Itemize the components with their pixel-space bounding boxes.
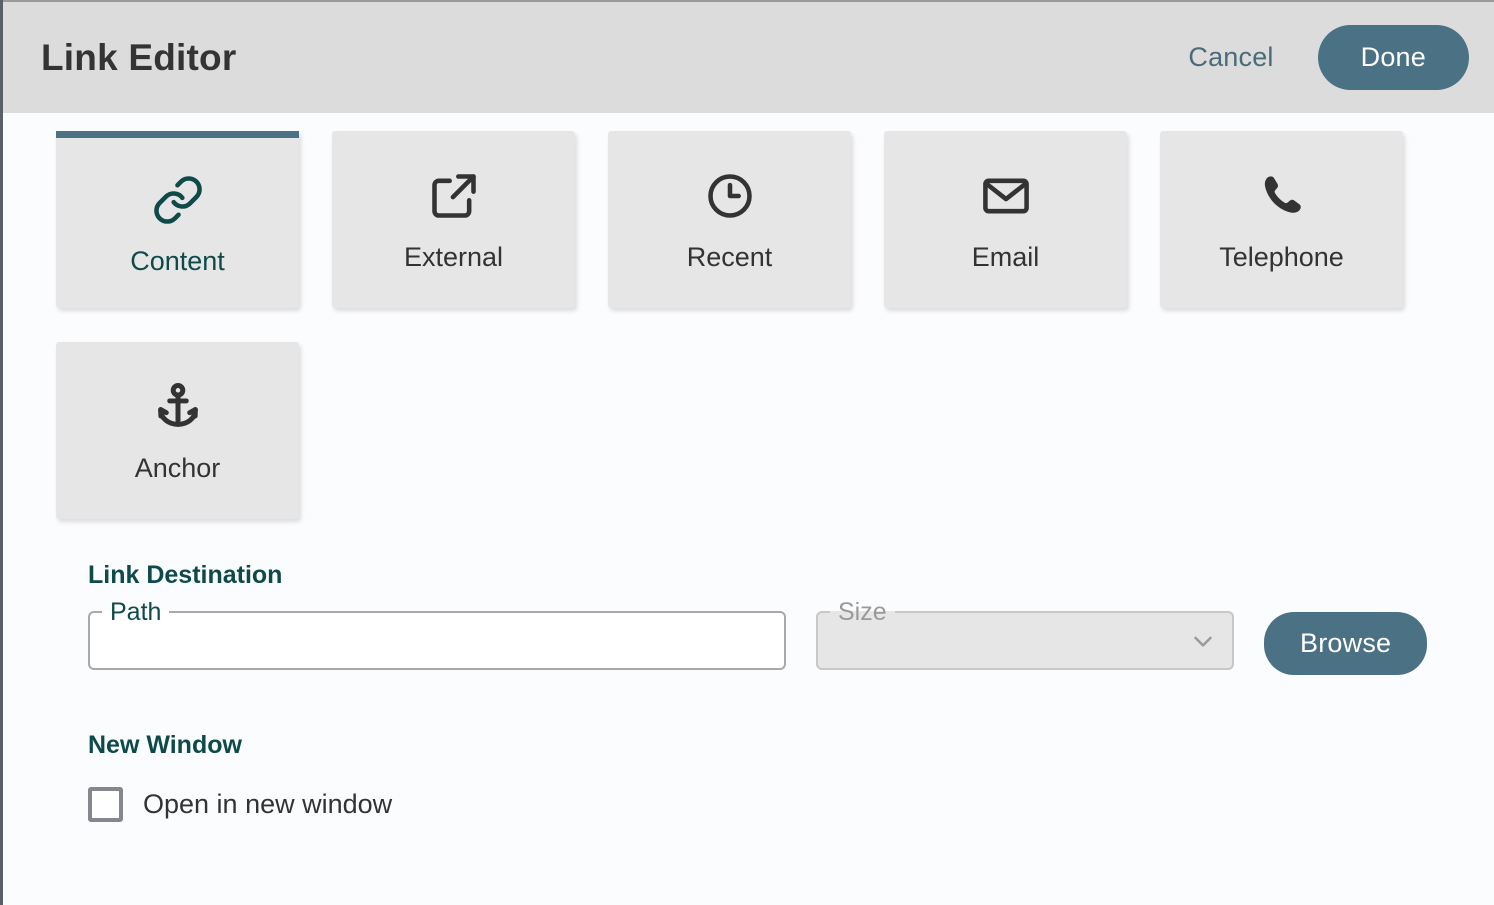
open-in-new-window-checkbox[interactable] <box>88 787 123 822</box>
destination-row: Path Size Browse <box>88 597 1494 675</box>
new-window-heading: New Window <box>88 730 242 759</box>
open-in-new-window-row[interactable]: Open in new window <box>88 787 392 822</box>
tab-label: Recent <box>686 242 773 272</box>
tab-email[interactable]: Email <box>884 131 1127 308</box>
tab-label: Anchor <box>134 453 221 483</box>
link-form: Link Destination Path Size Browse New Wi… <box>3 519 1494 822</box>
path-field: Path <box>88 599 786 670</box>
link-editor-dialog: Link Editor Cancel Done Content External… <box>0 0 1494 905</box>
envelope-icon <box>980 168 1032 224</box>
tab-label: Content <box>130 245 225 276</box>
tab-content[interactable]: Content <box>56 131 299 308</box>
external-link-icon <box>428 168 480 224</box>
link-icon <box>152 172 204 228</box>
link-type-tabs: Content External Recent Email Telephone … <box>3 113 1423 519</box>
header-actions: Cancel Done <box>1166 25 1469 90</box>
link-destination-heading: Link Destination <box>88 561 283 589</box>
tab-anchor[interactable]: Anchor <box>56 342 299 519</box>
tab-external[interactable]: External <box>332 131 575 308</box>
size-label: Size <box>838 597 887 626</box>
tab-recent[interactable]: Recent <box>608 131 851 308</box>
tab-label: External <box>403 242 504 272</box>
clock-icon <box>704 168 756 224</box>
page-title: Link Editor <box>41 37 237 78</box>
browse-button[interactable]: Browse <box>1264 611 1428 675</box>
path-input[interactable] <box>90 614 784 667</box>
dialog-header: Link Editor Cancel Done <box>3 0 1494 113</box>
tab-telephone[interactable]: Telephone <box>1160 131 1403 308</box>
size-field: Size <box>816 597 1234 670</box>
cancel-button[interactable]: Cancel <box>1166 32 1295 83</box>
chevron-down-icon <box>1188 626 1218 656</box>
done-button[interactable]: Done <box>1317 25 1469 90</box>
tab-label: Email <box>971 242 1040 272</box>
phone-icon <box>1257 168 1307 224</box>
open-in-new-window-label: Open in new window <box>143 789 393 819</box>
tab-label: Telephone <box>1219 242 1344 272</box>
anchor-icon <box>152 379 204 435</box>
new-window-section: New Window Open in new window <box>88 730 1494 822</box>
